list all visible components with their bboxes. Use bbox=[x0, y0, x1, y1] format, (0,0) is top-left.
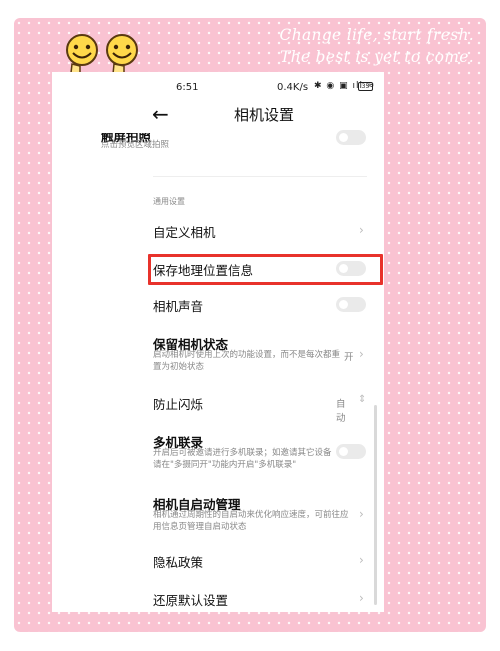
setting-anti-flicker[interactable]: 防止闪烁 自动 ⇕ bbox=[0, 392, 366, 424]
keep-state-value: 开 bbox=[344, 352, 354, 363]
setting-privacy[interactable]: 隐私政策 › bbox=[0, 550, 364, 572]
setting-reset[interactable]: 还原默认设置 › bbox=[0, 588, 364, 610]
keep-state-description: 启动相机时使用上次的功能设置，而不是每次都重置为初始状态 bbox=[153, 350, 341, 372]
camera-sound-label: 相机声音 bbox=[153, 299, 204, 314]
chevron-right-icon: › bbox=[359, 347, 364, 361]
touch-capture-toggle[interactable] bbox=[336, 130, 366, 145]
settings-list: 触屏拍照 点击预览区域拍照 通用设置 自定义相机 › 保存地理位置信息 相机声音… bbox=[0, 0, 500, 651]
multi-camera-toggle[interactable] bbox=[336, 444, 366, 459]
camera-sound-toggle[interactable] bbox=[336, 297, 366, 312]
anti-flicker-value: 自动 bbox=[336, 399, 346, 424]
setting-custom-camera[interactable]: 自定义相机 › bbox=[0, 220, 364, 242]
chevron-right-icon: › bbox=[359, 223, 364, 237]
scrollbar[interactable] bbox=[374, 405, 377, 605]
privacy-label: 隐私政策 bbox=[153, 555, 204, 570]
highlight-box bbox=[148, 254, 383, 285]
anti-flicker-label: 防止闪烁 bbox=[153, 397, 204, 412]
chevron-right-icon: › bbox=[359, 553, 364, 567]
custom-camera-label: 自定义相机 bbox=[153, 225, 216, 240]
multi-camera-description: 开启后可被邀请进行多机联录；如邀请其它设备请在"多摄同开"功能内开启"多机联录" bbox=[153, 448, 332, 470]
setting-multi-camera[interactable]: 多机联录 开启后可被邀请进行多机联录；如邀请其它设备请在"多摄同开"功能内开启"… bbox=[0, 430, 366, 474]
chevron-updown-icon: ⇕ bbox=[358, 394, 367, 405]
chevron-right-icon: › bbox=[359, 591, 364, 605]
setting-touch-capture[interactable]: 触屏拍照 点击预览区域拍照 bbox=[0, 122, 366, 162]
chevron-right-icon: › bbox=[359, 507, 364, 521]
setting-camera-sound[interactable]: 相机声音 bbox=[0, 294, 366, 316]
auto-start-description: 相机通过周期性的自启动来优化响应速度，可前往应用信息页管理自启动状态 bbox=[153, 510, 349, 532]
section-title-general: 通用设置 bbox=[153, 197, 185, 206]
divider bbox=[153, 176, 367, 177]
setting-auto-start[interactable]: 相机自启动管理 相机通过周期性的自启动来优化响应速度，可前往应用信息页管理自启动… bbox=[0, 492, 364, 536]
touch-capture-description: 点击预览区域拍照 bbox=[101, 140, 170, 150]
reset-label: 还原默认设置 bbox=[153, 593, 229, 608]
setting-keep-state[interactable]: 保留相机状态 启动相机时使用上次的功能设置，而不是每次都重置为初始状态 开 › bbox=[0, 332, 364, 376]
